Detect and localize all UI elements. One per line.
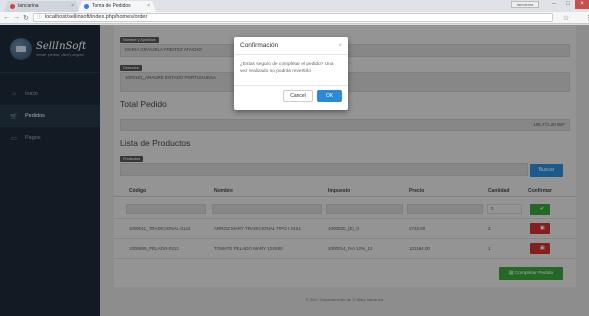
bookmark-star-icon[interactable]: ☆ <box>563 14 569 22</box>
ok-button[interactable]: OK <box>317 90 342 102</box>
tab-label: tancarina <box>18 3 39 9</box>
browser-tab-1[interactable]: tancarina × <box>4 1 80 12</box>
dialog-title: Confirmación <box>240 42 279 49</box>
dialog-header: Confirmación × <box>234 37 348 55</box>
tab-label: Toma de Pedidos <box>92 3 131 9</box>
browser-menu-icon[interactable]: ⋮ <box>585 14 589 22</box>
window-close-icon[interactable]: × <box>575 0 589 9</box>
browser-tab-2[interactable]: Toma de Pedidos × <box>78 1 156 12</box>
maximize-icon[interactable]: □ <box>561 0 575 9</box>
forward-icon[interactable]: → <box>13 14 20 21</box>
tab-favicon-icon <box>10 4 15 9</box>
tab-close-icon[interactable]: × <box>147 1 150 12</box>
back-icon[interactable]: ← <box>3 14 10 21</box>
cancel-button[interactable]: Cancel <box>283 90 313 102</box>
dialog-close-icon[interactable]: × <box>338 43 342 49</box>
url-text: localhost/sellinsoft/index.php/homes/ord… <box>44 14 148 20</box>
browser-address-bar: ← → ↻ ⓘ localhost/sellinsoft/index.php/h… <box>0 12 589 24</box>
minimize-icon[interactable]: – <box>547 0 561 9</box>
page-info-icon[interactable]: ⓘ <box>37 14 42 21</box>
window-controls: – □ × <box>547 0 589 9</box>
browser-user-badge[interactable]: tancarina <box>511 1 539 8</box>
reload-icon[interactable]: ↻ <box>23 14 29 22</box>
confirm-dialog: Confirmación × ¿Estas seguro de completa… <box>234 37 348 110</box>
tab-close-icon[interactable]: × <box>71 1 74 12</box>
url-input[interactable]: ⓘ localhost/sellinsoft/index.php/homes/o… <box>32 13 553 22</box>
browser-tabbar: tancarina × Toma de Pedidos × tancarina … <box>0 0 589 12</box>
dialog-message: ¿Estas seguro de completar el pedido? Un… <box>234 55 348 86</box>
tab-favicon-icon <box>84 4 89 9</box>
dialog-footer: Cancel OK <box>234 86 348 106</box>
